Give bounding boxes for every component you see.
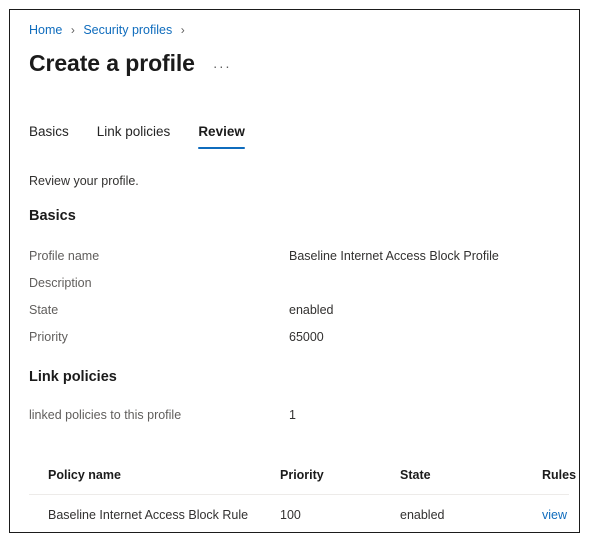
column-header-rules: Rules [542,468,577,482]
summary-value-linked-policies: 1 [289,408,296,422]
more-options-icon[interactable]: ··· [213,59,232,73]
view-rules-link[interactable]: view [542,507,567,524]
cell-policy-name: Baseline Internet Access Block Rule [48,508,249,522]
breadcrumb-item-home[interactable]: Home [29,23,62,37]
column-header-state: State [400,468,431,482]
summary-label-linked-policies: linked policies to this profile [29,408,182,422]
breadcrumb: Home › Security profiles › [29,22,190,39]
summary-row-priority: Priority 65000 [29,329,559,356]
cell-state: enabled [400,508,445,522]
summary-value-state: enabled [289,303,334,317]
column-header-priority: Priority [280,468,324,482]
summary-row-state: State enabled [29,302,559,329]
summary-label-state: State [29,303,59,317]
summary-row-description: Description [29,275,559,302]
summary-value-profile-name: Baseline Internet Access Block Profile [289,249,499,263]
create-profile-blade: Home › Security profiles › Create a prof… [9,9,580,533]
cell-priority: 100 [280,508,301,522]
summary-label-priority: Priority [29,330,68,344]
wizard-tabs: Basics Link policies Review [29,122,273,149]
summary-row-linked-policies: linked policies to this profile 1 [29,407,559,434]
page-title: Create a profile [29,50,195,76]
section-heading-basics: Basics [29,208,76,224]
breadcrumb-item-security-profiles[interactable]: Security profiles [83,23,172,37]
breadcrumb-separator-icon: › [70,23,75,37]
column-header-policy-name: Policy name [48,468,121,482]
tab-review[interactable]: Review [198,122,245,149]
screenshot-root: Home › Security profiles › Create a prof… [0,0,589,540]
summary-label-profile-name: Profile name [29,249,100,263]
basics-summary-list: Profile name Baseline Internet Access Bl… [29,248,559,356]
review-intro-text: Review your profile. [29,174,139,188]
summary-value-priority: 65000 [289,330,324,344]
linked-policies-table: Policy name Priority State Rules Baselin… [29,457,576,532]
link-policies-summary-list: linked policies to this profile 1 [29,407,559,434]
tab-basics[interactable]: Basics [29,122,69,149]
summary-label-description: Description [29,276,92,290]
title-row: Create a profile ··· [29,48,231,78]
section-heading-link-policies: Link policies [29,369,117,385]
summary-row-profile-name: Profile name Baseline Internet Access Bl… [29,248,559,275]
breadcrumb-trailing-separator-icon: › [180,23,185,37]
tab-link-policies[interactable]: Link policies [97,122,171,149]
table-row: Baseline Internet Access Block Rule 100 … [29,495,569,532]
table-header-row: Policy name Priority State Rules [29,457,576,495]
